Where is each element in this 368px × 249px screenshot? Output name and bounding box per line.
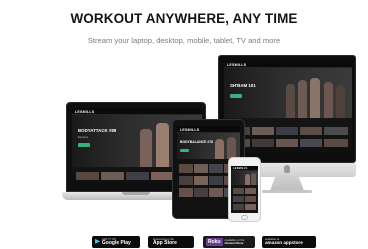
desktop-hero-title: SH'BAM 101 — [230, 83, 256, 88]
video-thumbnail[interactable] — [245, 204, 256, 210]
desktop-stand — [270, 177, 304, 191]
video-thumbnail[interactable] — [233, 196, 244, 202]
app-store-badge[interactable]: Download on the App Store — [148, 236, 194, 248]
laptop-play-button[interactable] — [78, 143, 90, 147]
apple-logo-icon — [284, 165, 290, 173]
desktop-foot — [262, 190, 312, 193]
video-thumbnail[interactable] — [300, 127, 322, 135]
laptop-hero-title: BODYATTACK #89 — [78, 128, 117, 133]
video-thumbnail[interactable] — [233, 188, 244, 194]
app-store-label: App Store — [153, 239, 177, 246]
page-subtitle: Stream your laptop, desktop, mobile, tab… — [87, 36, 281, 45]
video-thumbnail[interactable] — [179, 164, 193, 173]
video-thumbnail[interactable] — [276, 139, 298, 147]
tablet-nav-bar: LESMILLS — [177, 126, 240, 133]
instructor-figure — [140, 129, 152, 167]
amazon-appstore-badge[interactable]: available at amazon appstore — [262, 236, 316, 248]
video-thumbnail[interactable] — [233, 204, 244, 210]
video-thumbnail[interactable] — [209, 176, 223, 185]
instructor-figure — [286, 84, 295, 118]
instructor-figure — [336, 85, 345, 118]
play-triangle-icon: ▶ — [95, 237, 100, 245]
instructor-figure — [245, 174, 250, 185]
amazon-label: amazon appstore — [265, 240, 303, 246]
tablet-logo: LESMILLS — [180, 127, 200, 132]
laptop-nav-bar: LESMILLS — [72, 108, 202, 115]
instructor-figure — [215, 139, 224, 159]
video-thumbnail[interactable] — [179, 188, 193, 197]
instructor-figure — [324, 82, 333, 118]
instructor-figure — [227, 137, 236, 159]
laptop-hero-subtitle: Express — [78, 135, 89, 139]
roku-badge[interactable]: Roku Available on the Channel Store — [203, 236, 255, 248]
roku-logo: Roku — [206, 238, 223, 246]
phone-home-button — [241, 215, 248, 220]
video-thumbnail[interactable] — [151, 172, 174, 180]
video-thumbnail[interactable] — [324, 139, 348, 147]
video-thumbnail[interactable] — [209, 164, 223, 173]
video-thumbnail[interactable] — [245, 188, 256, 194]
video-thumbnail[interactable] — [324, 127, 348, 135]
phone-hero — [231, 171, 258, 185]
tablet-hero: BODYBALANCE #78 — [177, 133, 240, 159]
video-thumbnail[interactable] — [179, 176, 193, 185]
google-play-label: Google Play — [101, 239, 131, 246]
video-thumbnail[interactable] — [194, 188, 208, 197]
video-thumbnail[interactable] — [194, 164, 208, 173]
page-title: WORKOUT ANYWHERE, ANY TIME — [70, 11, 298, 26]
instructor-figure — [310, 78, 320, 118]
desktop-play-button[interactable] — [230, 94, 242, 98]
video-thumbnail[interactable] — [276, 127, 298, 135]
laptop-notch — [122, 192, 150, 195]
desktop-nav-bar: LESMILLS — [224, 61, 352, 68]
video-thumbnail[interactable] — [245, 196, 256, 202]
tablet-hero-title: BODYBALANCE #78 — [180, 140, 213, 144]
tablet-play-button[interactable] — [180, 149, 189, 152]
instructor-figure — [156, 123, 169, 167]
laptop-logo: LESMILLS — [75, 109, 95, 114]
phone-screen: LESMILLS — [231, 166, 258, 213]
video-thumbnail[interactable] — [252, 127, 274, 135]
video-thumbnail[interactable] — [76, 172, 99, 180]
video-thumbnail[interactable] — [300, 139, 322, 147]
video-thumbnail[interactable] — [209, 188, 223, 197]
phone-logo: LESMILLS — [233, 167, 248, 170]
video-thumbnail[interactable] — [252, 139, 274, 147]
video-thumbnail[interactable] — [126, 172, 149, 180]
instructor-figure — [251, 173, 256, 185]
desktop-hero: SH'BAM 101 — [224, 68, 352, 118]
store-badges: ▶ GET IT ON Google Play Download on the … — [92, 236, 322, 249]
video-thumbnail[interactable] — [101, 172, 124, 180]
roku-label: Channel Store — [224, 241, 244, 245]
instructor-figure — [298, 80, 307, 118]
google-play-badge[interactable]: ▶ GET IT ON Google Play — [92, 236, 140, 248]
phone-device: LESMILLS — [228, 157, 261, 222]
video-thumbnail[interactable] — [194, 176, 208, 185]
desktop-logo: LESMILLS — [227, 62, 247, 67]
